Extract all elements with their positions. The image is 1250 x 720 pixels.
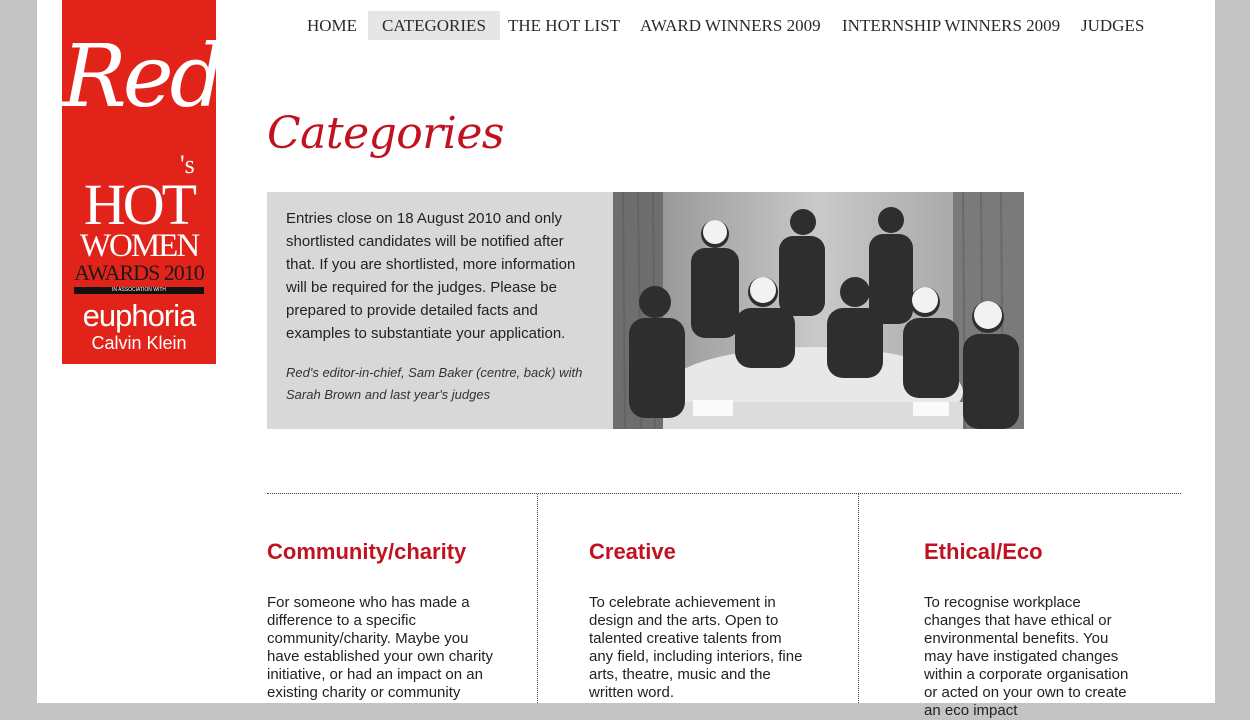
- category-description: For someone who has made a difference to…: [267, 594, 493, 701]
- logo-sponsor: euphoria: [82, 298, 197, 333]
- nav-judges[interactable]: JUDGES: [1067, 11, 1158, 40]
- logo-hot: HOT: [83, 172, 197, 237]
- logo-association: IN ASSOCIATION WITH: [74, 287, 204, 294]
- category-title[interactable]: Ethical/Eco: [924, 538, 1139, 566]
- column-divider: [537, 494, 538, 703]
- category-community: Community/charity For someone who has ma…: [267, 538, 497, 702]
- judges-photo: [613, 192, 1024, 429]
- nav-hot-list[interactable]: THE HOT LIST: [494, 11, 634, 40]
- category-ethical: Ethical/Eco To recognise workplace chang…: [924, 538, 1139, 720]
- category-description: To recognise workplace changes that have…: [924, 594, 1129, 719]
- category-title[interactable]: Community/charity: [267, 538, 497, 566]
- category-title[interactable]: Creative: [589, 538, 809, 566]
- category-creative: Creative To celebrate achievement in des…: [589, 538, 809, 702]
- intro-panel: Entries close on 18 August 2010 and only…: [267, 192, 1024, 429]
- category-description: To celebrate achievement in design and t…: [589, 594, 803, 701]
- nav-categories[interactable]: CATEGORIES: [368, 11, 500, 40]
- page-title: Categories: [267, 108, 505, 159]
- nav-home[interactable]: HOME: [293, 11, 371, 40]
- nav-internship-winners[interactable]: INTERNSHIP WINNERS 2009: [828, 11, 1074, 40]
- logo-awards: AWARDS 2010: [74, 260, 205, 285]
- intro-text: Entries close on 18 August 2010 and only…: [286, 210, 576, 342]
- site-logo[interactable]: Red 's HOT WOMEN AWARDS 2010 IN ASSOCIAT…: [62, 0, 216, 364]
- logo-women: WOMEN: [79, 228, 200, 264]
- section-divider: [267, 493, 1181, 494]
- logo-sponsor-brand: Calvin Klein: [91, 333, 187, 353]
- nav-award-winners[interactable]: AWARD WINNERS 2009: [626, 11, 835, 40]
- logo-script: Red: [62, 27, 216, 127]
- photo-caption: Red's editor-in-chief, Sam Baker (centre…: [286, 365, 583, 402]
- column-divider: [858, 494, 859, 703]
